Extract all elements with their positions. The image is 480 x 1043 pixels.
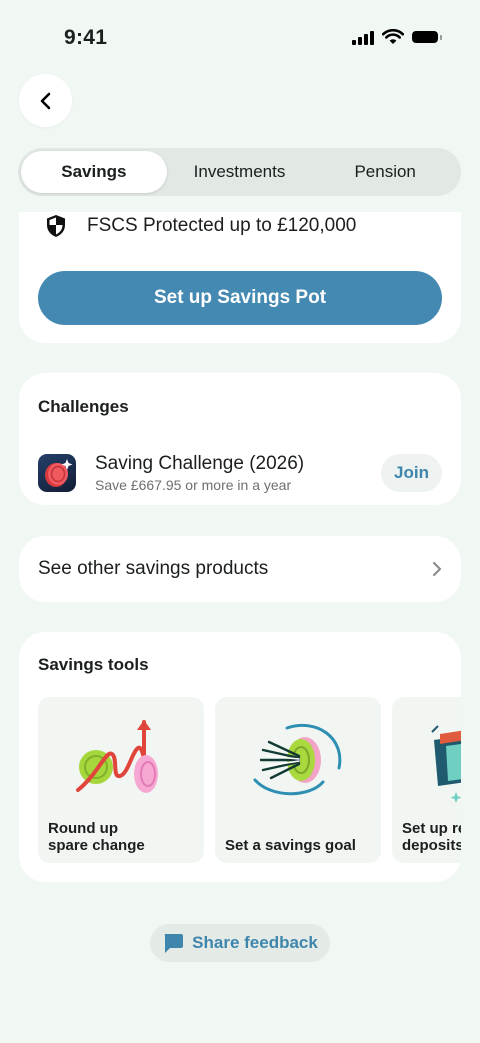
challenge-subtitle: Save £667.95 or more in a year [95,477,292,493]
fscs-text: FSCS Protected up to £120,000 [87,215,357,236]
status-time: 9:41 [64,26,108,49]
tool-round-up-tile[interactable]: Round up spare change [38,697,204,863]
share-feedback-label: Share feedback [192,933,318,952]
chat-bubble-icon [164,934,184,953]
product-tabs: Savings Investments Pension [18,148,461,196]
tab-savings[interactable]: Savings [21,151,167,193]
round-up-illustration [76,720,158,793]
challenges-card: Challenges Saving Challenge (2026) Save … [19,373,461,505]
other-savings-products-label: See other savings products [38,558,269,579]
savings-tools-card: Savings tools Round up spare change Set … [19,632,461,882]
setup-savings-pot-button[interactable]: Set up Savings Pot [38,271,442,325]
tool-savings-goal-tile[interactable]: Set a savings goal [215,697,381,863]
tab-investments[interactable]: Investments [167,151,313,193]
shield-icon [47,215,65,237]
share-feedback-button[interactable]: Share feedback [150,924,330,962]
savings-goal-illustration [253,723,342,796]
chevron-right-icon [432,561,442,577]
challenges-title: Challenges [38,397,129,416]
other-savings-products-row[interactable]: See other savings products [19,536,461,602]
back-button[interactable] [19,74,72,127]
tool-recurring-deposits-label: Set up re deposits [402,820,461,854]
challenge-item: Saving Challenge (2026) Save £667.95 or … [95,453,304,493]
recurring-deposits-illustration [431,725,461,803]
savings-card: FSCS Protected up to £120,000 Set up Sav… [19,212,461,343]
status-icons [352,29,442,45]
tool-round-up-label: Round up spare change [48,820,145,854]
savings-tools-title: Savings tools [38,655,149,674]
status-bar: 9:41 [0,0,480,76]
challenge-coin-icon [38,454,76,492]
cellular-signal-icon [352,30,374,45]
battery-icon [412,31,442,43]
challenge-title: Saving Challenge (2026) [95,453,305,474]
join-challenge-button[interactable]: Join [381,454,442,492]
tool-savings-goal-label: Set a savings goal [225,837,356,854]
chevron-left-icon [40,92,50,109]
tab-pension[interactable]: Pension [312,151,458,193]
fscs-row: FSCS Protected up to £120,000 [45,214,356,238]
tool-recurring-deposits-tile[interactable]: Set up re deposits [392,697,461,863]
wifi-icon [382,29,404,44]
savings-tools-carousel: Round up spare change Set a savings goal [38,697,461,863]
